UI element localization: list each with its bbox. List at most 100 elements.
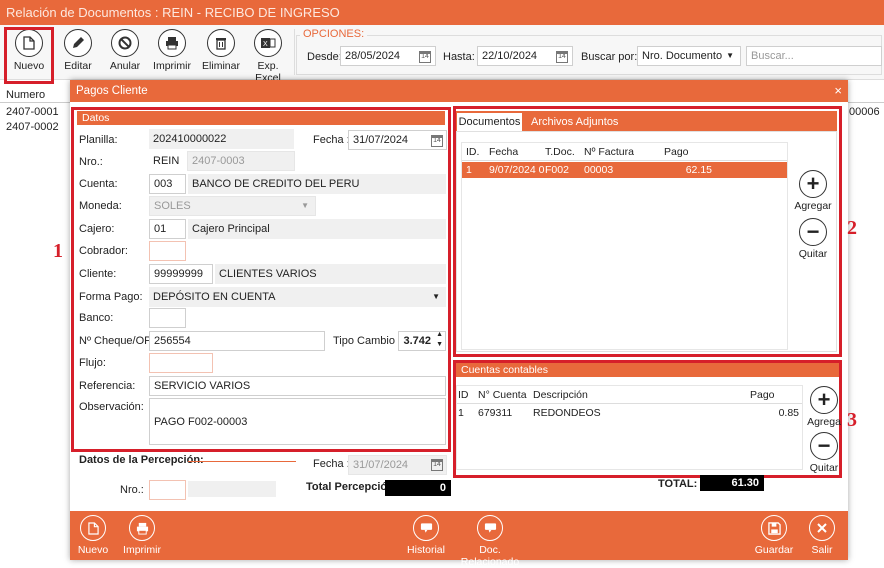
calendar-icon[interactable]: 14 bbox=[556, 51, 568, 63]
highlight-new-button bbox=[4, 27, 54, 84]
search-input[interactable]: Buscar... bbox=[746, 46, 882, 66]
footer-exit-button[interactable]: Salir bbox=[804, 515, 840, 556]
plus-icon: + bbox=[810, 386, 838, 414]
total-label: TOTAL: bbox=[658, 478, 698, 490]
window-title: Relación de Documentos : REIN - RECIBO D… bbox=[0, 0, 884, 25]
nro-serie: REIN bbox=[149, 151, 185, 171]
buscar-label: Buscar por: bbox=[581, 51, 638, 63]
cuentas-grid-header: ID N° Cuenta Descripción Pago bbox=[457, 386, 802, 404]
percepcion-fecha-label: Fecha : bbox=[313, 458, 350, 470]
list-item[interactable]: 2407-0001 bbox=[6, 106, 59, 118]
quitar-documento-button[interactable]: − Quitar bbox=[794, 218, 832, 260]
cancel-icon bbox=[111, 29, 139, 57]
agregar-cuenta-button[interactable]: + Agrega bbox=[807, 386, 841, 428]
observacion-textarea[interactable]: PAGO F002-00003 bbox=[149, 398, 446, 445]
forma-pago-select[interactable]: DEPÓSITO EN CUENTA ▼ bbox=[149, 287, 446, 307]
list-item-value: 00006 bbox=[849, 106, 880, 118]
options-label: OPCIONES: bbox=[300, 28, 368, 40]
edit-button[interactable]: Editar bbox=[58, 29, 98, 72]
dropdown-arrow-icon: ▼ bbox=[301, 201, 309, 210]
stepper-icon[interactable]: ▲ ▼ bbox=[436, 332, 443, 350]
forma-pago-label: Forma Pago: bbox=[79, 291, 143, 303]
total-percepcion-value: 0 bbox=[385, 480, 451, 496]
hasta-label: Hasta: bbox=[443, 51, 475, 63]
planilla-label: Planilla: bbox=[79, 134, 118, 146]
list-item[interactable]: 2407-0002 bbox=[6, 121, 59, 133]
footer-historial-button[interactable]: Historial bbox=[406, 515, 446, 556]
cliente-name: CLIENTES VARIOS bbox=[215, 264, 446, 284]
planilla-field: 202410000022 bbox=[149, 129, 294, 149]
close-icon[interactable]: × bbox=[834, 80, 842, 102]
desde-label: Desde: bbox=[307, 51, 342, 63]
nro-label: Nro.: bbox=[79, 156, 103, 168]
dialog-title: Pagos Cliente × bbox=[70, 80, 848, 102]
table-row[interactable]: 1 9/07/2024 0 F002 00003 62.15 bbox=[462, 162, 787, 178]
cuenta-label: Cuenta: bbox=[79, 178, 118, 190]
cuentas-section-header: Cuentas contables bbox=[456, 363, 839, 377]
fecha-label: Fecha : bbox=[313, 134, 350, 146]
export-excel-button[interactable]: X Exp. Excel bbox=[246, 29, 290, 84]
annotation-3: 3 bbox=[847, 409, 857, 431]
moneda-label: Moneda: bbox=[79, 200, 122, 212]
footer-save-button[interactable]: Guardar bbox=[754, 515, 794, 556]
toolbar: Nuevo Editar Anular Imprimir Eliminar X … bbox=[0, 25, 884, 84]
delete-button[interactable]: Eliminar bbox=[200, 29, 242, 72]
document-icon bbox=[80, 515, 106, 541]
table-row[interactable]: 1 679311 REDONDEOS 0.85 bbox=[457, 405, 802, 421]
percepcion-nro-input[interactable] bbox=[149, 480, 186, 500]
cobrador-input[interactable] bbox=[149, 241, 186, 261]
footer-print-button[interactable]: Imprimir bbox=[120, 515, 164, 556]
cheque-label: Nº Cheque/OP : bbox=[79, 335, 158, 347]
print-button[interactable]: Imprimir bbox=[150, 29, 194, 72]
cobrador-label: Cobrador: bbox=[79, 245, 128, 257]
edit-button-label: Editar bbox=[64, 60, 92, 72]
annotation-1: 1 bbox=[53, 240, 63, 262]
cancel-doc-button[interactable]: Anular bbox=[105, 29, 145, 72]
save-icon bbox=[761, 515, 787, 541]
referencia-label: Referencia: bbox=[79, 380, 136, 392]
excel-icon: X bbox=[254, 29, 282, 57]
cliente-code-input[interactable]: 99999999 bbox=[149, 264, 213, 284]
cheque-input[interactable]: 256554 bbox=[149, 331, 325, 351]
annotation-2: 2 bbox=[847, 217, 857, 239]
quitar-cuenta-button[interactable]: − Quitar bbox=[807, 432, 841, 474]
history-icon bbox=[413, 515, 439, 541]
flujo-label: Flujo: bbox=[79, 357, 106, 369]
cliente-label: Cliente: bbox=[79, 268, 117, 280]
cuenta-code-input[interactable]: 003 bbox=[149, 174, 186, 194]
dropdown-arrow-icon: ▼ bbox=[432, 292, 440, 301]
related-doc-icon bbox=[477, 515, 503, 541]
referencia-input[interactable]: SERVICIO VARIOS bbox=[149, 376, 446, 396]
close-icon bbox=[809, 515, 835, 541]
banco-input[interactable] bbox=[149, 308, 186, 328]
total-value: 61.30 bbox=[700, 475, 764, 491]
cuenta-name: BANCO DE CREDITO DEL PERU bbox=[188, 174, 446, 194]
print-button-label: Imprimir bbox=[153, 60, 191, 72]
nro-numero: 2407-0003 bbox=[187, 151, 295, 171]
flujo-input[interactable] bbox=[149, 353, 213, 373]
moneda-select: SOLES ▼ bbox=[149, 196, 316, 216]
observacion-label: Observación: bbox=[79, 401, 144, 413]
percepcion-nro-label: Nro.: bbox=[120, 484, 144, 496]
printer-icon bbox=[129, 515, 155, 541]
cajero-code-input[interactable]: 01 bbox=[149, 219, 186, 239]
list-header-numero: Numero bbox=[6, 89, 46, 101]
percepcion-label: Datos de la Percepción: bbox=[79, 454, 204, 466]
trash-icon bbox=[207, 29, 235, 57]
tipo-cambio-input[interactable]: 3.742 ▲ ▼ bbox=[398, 331, 446, 351]
calendar-icon[interactable]: 14 bbox=[419, 51, 431, 63]
minus-icon: − bbox=[799, 218, 827, 246]
plus-icon: + bbox=[799, 170, 827, 198]
dialog-footer: Nuevo Imprimir Historial Doc. Relacionad… bbox=[70, 511, 848, 568]
footer-new-button[interactable]: Nuevo bbox=[74, 515, 112, 556]
agregar-documento-button[interactable]: + Agregar bbox=[794, 170, 832, 212]
cajero-label: Cajero: bbox=[79, 223, 115, 235]
tab-archivos-adjuntos[interactable]: Archivos Adjuntos bbox=[531, 113, 618, 131]
tab-documentos[interactable]: Documentos bbox=[457, 113, 522, 131]
printer-icon bbox=[158, 29, 186, 57]
calendar-icon: 14 bbox=[431, 459, 443, 471]
footer-doc-relacionado-button[interactable]: Doc. Relacionado bbox=[450, 515, 530, 568]
calendar-icon[interactable]: 14 bbox=[431, 135, 443, 147]
buscar-select[interactable]: Nro. Documento ▼ bbox=[637, 46, 741, 66]
datos-section-header: Datos bbox=[77, 111, 445, 125]
